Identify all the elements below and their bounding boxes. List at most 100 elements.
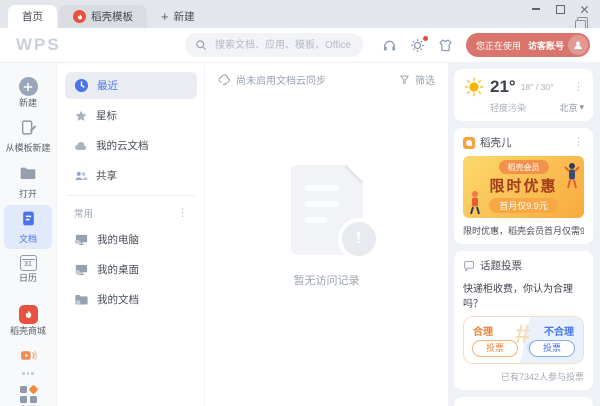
sidebar-item-calendar[interactable]: 31 日历 — [4, 250, 52, 288]
documents-folder-icon — [74, 292, 89, 307]
filter-button[interactable]: 筛选 — [399, 72, 435, 87]
avatar — [568, 35, 588, 55]
close-button[interactable] — [572, 0, 596, 18]
cloud-sync-icon — [218, 74, 230, 86]
maximize-button[interactable] — [548, 0, 572, 18]
person-left-illustration — [470, 191, 480, 215]
wps-home-window: 首页 稻壳模板 + 新建 WPS 搜索文档、应用、模板、Office 技巧...… — [0, 0, 600, 406]
page-fold — [344, 165, 363, 183]
nav-item-shared[interactable]: 共享 — [65, 162, 197, 189]
vote-participants: 已有7342人参与投票 — [500, 372, 584, 382]
banner-caption: 限时优惠，稻壳会员首月仅需9.9元！ — [463, 226, 584, 236]
tab-home-label: 首页 — [22, 11, 43, 23]
docer-title: 稻壳儿 — [480, 137, 512, 149]
weather-more-icon[interactable]: ⋮ — [573, 81, 584, 93]
clock-icon — [74, 78, 89, 93]
filter-funnel-icon — [400, 75, 409, 85]
chat-bubble-icon — [464, 260, 474, 272]
titlebar: 首页 稻壳模板 + 新建 — [0, 0, 600, 32]
docer-flame-icon — [73, 10, 86, 23]
air-quality: 轻度污染 — [490, 103, 527, 113]
tab-docer-templates[interactable]: 稻壳模板 — [59, 5, 147, 28]
plus-icon: + — [161, 9, 169, 24]
vote-option-right: 不合理 — [544, 327, 574, 338]
sun-icon — [464, 77, 484, 97]
new-plus-icon — [18, 77, 38, 96]
right-panel: 21° 18° / 30° ⋮ 轻度污染 北京 ▾ 稻壳儿 ⋮ 稻壳会员 限时优… — [448, 63, 600, 406]
close-icon — [580, 5, 589, 14]
sidebar-item-apps[interactable]: 应用 — [4, 381, 52, 406]
sidebar-item-docs[interactable]: 文档 — [4, 205, 52, 249]
empty-state-text: 暂无访问记录 — [293, 275, 360, 287]
vote-option-left: 合理 — [473, 327, 493, 338]
empty-document-icon: ! — [290, 165, 380, 260]
docer-card: 稻壳儿 ⋮ 稻壳会员 限时优惠 首月仅9.9元 限时优惠，稻壳会员首月仅需9.9… — [454, 128, 593, 244]
vote-box: # ••• 合理 不合理 投票 投票 — [463, 316, 584, 364]
nav-column: 最近 星标 我的云文档 共享 常用 ⋮ 我的电脑 我的桌面 我的文档 — [58, 63, 205, 406]
sidebar-item-new[interactable]: 新建 — [4, 72, 52, 113]
search-input[interactable] — [213, 38, 353, 52]
account-name: 访客账号 — [527, 40, 564, 51]
account-prefix: 您正在使用 — [475, 40, 521, 51]
docer-more-icon[interactable]: ⋮ — [573, 137, 584, 148]
sidebar-item-promo[interactable] — [4, 342, 52, 380]
main-header: 尚未启用文档云同步 筛选 — [206, 63, 447, 96]
temp-range: 18° / 30° — [520, 82, 554, 92]
vote-button-left[interactable]: 投票 — [472, 340, 519, 357]
search-bar[interactable] — [185, 33, 363, 57]
temperature: 21° — [490, 77, 516, 96]
settings-gear-icon[interactable] — [410, 35, 428, 53]
toolbar-icons: 您正在使用 访客账号 — [382, 32, 590, 58]
computer-icon — [74, 232, 89, 247]
cloud-icon — [74, 139, 88, 153]
weather-card[interactable]: 21° 18° / 30° ⋮ 轻度污染 北京 ▾ — [454, 69, 593, 121]
guest-account-pill[interactable]: 您正在使用 访客账号 — [465, 33, 590, 57]
new-tab-label: 新建 — [173, 11, 195, 23]
sidebar-item-open[interactable]: 打开 — [4, 159, 52, 204]
more-icon[interactable]: ⋮ — [177, 207, 188, 219]
nav-item-starred[interactable]: 星标 — [65, 102, 197, 129]
promo-dots — [22, 372, 34, 375]
city-selector[interactable]: 北京 ▾ — [559, 101, 584, 114]
support-headset-icon[interactable] — [382, 38, 397, 53]
minimize-button[interactable] — [524, 0, 548, 18]
empty-state: ! 暂无访问记录 — [206, 165, 447, 288]
new-tab-button[interactable]: + 新建 — [147, 5, 209, 28]
skin-shirt-icon[interactable] — [438, 38, 453, 53]
nav-item-my-desktop[interactable]: 我的桌面 — [65, 256, 197, 283]
minimize-icon — [532, 8, 540, 10]
nav-divider — [67, 195, 195, 196]
promo-megaphone-icon — [19, 347, 38, 369]
main-area: 尚未启用文档云同步 筛选 ! 暂无访问记录 — [206, 63, 447, 406]
daily-tasks-card: 每日任务 ⋮ — [454, 397, 593, 406]
search-icon — [196, 40, 206, 50]
left-rail: 新建 从模板新建 打开 文档 31 日历 稻壳商城 — [0, 63, 57, 406]
tab-docer-label: 稻壳模板 — [91, 11, 133, 23]
sidebar-item-docer-mall[interactable]: 稻壳商城 — [4, 300, 52, 341]
vote-question: 快递柜收费，你认为合理吗？ — [463, 284, 573, 310]
banner-subline: 首月仅9.9元 — [489, 198, 558, 213]
nav-item-recent[interactable]: 最近 — [65, 72, 197, 99]
notification-dot — [422, 35, 428, 41]
tab-home[interactable]: 首页 — [8, 5, 57, 28]
vote-button-right[interactable]: 投票 — [528, 340, 575, 357]
promo-banner[interactable]: 稻壳会员 限时优惠 首月仅9.9元 — [463, 156, 584, 218]
nav-item-cloud-docs[interactable]: 我的云文档 — [65, 132, 197, 159]
caret-down-icon: ▾ — [579, 102, 584, 112]
vote-title: 话题投票 — [480, 260, 522, 272]
docer-logo-icon — [463, 136, 475, 149]
member-badge: 稻壳会员 — [498, 160, 549, 174]
nav-item-my-computer[interactable]: 我的电脑 — [65, 226, 197, 253]
nav-item-my-documents[interactable]: 我的文档 — [65, 286, 197, 313]
wps-logo: WPS — [16, 35, 61, 54]
docer-mall-flame-icon — [18, 305, 38, 324]
template-pen-icon — [20, 119, 37, 141]
frequent-section-header: 常用 ⋮ — [74, 206, 188, 220]
desktop-icon — [74, 262, 89, 277]
calendar-icon: 31 — [19, 255, 37, 271]
toolbar: WPS 您正在使用 访客账号 — [0, 28, 600, 63]
sidebar-item-new-from-template[interactable]: 从模板新建 — [4, 114, 52, 158]
exclamation-badge: ! — [337, 218, 380, 260]
cloud-sync-notice[interactable]: 尚未启用文档云同步 — [218, 72, 326, 87]
people-icon — [74, 169, 88, 183]
